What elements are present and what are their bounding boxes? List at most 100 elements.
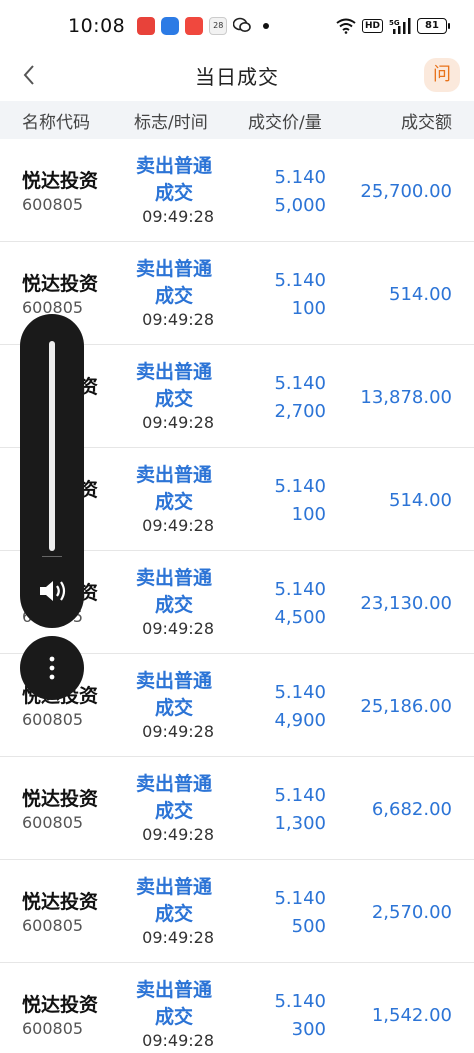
status-bar: 10:08 28 HD 5G 81 [0, 0, 474, 52]
trade-price: 5.140 [274, 991, 326, 1012]
battery-tip [448, 23, 450, 29]
trade-mark-status: 成交 [154, 1006, 193, 1028]
notification-icons: 28 [137, 17, 270, 35]
hd-badge: HD [361, 19, 383, 33]
stock-name: 悦达投资 [22, 788, 99, 810]
column-header-name: 名称代码 [22, 112, 90, 133]
trade-mark-status: 成交 [154, 182, 193, 204]
table-row[interactable]: 悦达投资 600805 卖出普通 成交 09:49:28 5.140 5,000… [0, 139, 474, 242]
more-options-button[interactable] [20, 636, 84, 700]
trade-time: 09:49:28 [142, 825, 214, 844]
trade-price: 5.140 [274, 682, 326, 703]
trade-volume: 4,500 [274, 607, 326, 628]
trade-mark: 卖出普通 [135, 155, 212, 177]
trade-mark: 卖出普通 [135, 876, 212, 898]
stock-code: 600805 [22, 916, 84, 935]
trade-mark: 卖出普通 [135, 258, 212, 280]
trade-mark-status: 成交 [154, 285, 193, 307]
trade-mark: 卖出普通 [135, 567, 212, 589]
page-title: 当日成交 [195, 64, 279, 89]
svg-text:5G: 5G [389, 19, 400, 27]
trade-amount: 23,130.00 [360, 593, 452, 614]
trade-price: 5.140 [274, 785, 326, 806]
trade-price: 5.140 [274, 373, 326, 394]
app-notification-icon [161, 17, 180, 35]
volume-panel [20, 314, 84, 628]
more-vertical-icon [49, 656, 55, 680]
trade-time: 09:49:28 [142, 207, 214, 226]
table-row[interactable]: 悦达投资 600805 卖出普通 成交 09:49:28 5.140 300 1… [0, 963, 474, 1053]
calendar-icon: 28 [209, 17, 228, 35]
trade-mark-status: 成交 [154, 388, 193, 410]
app-notification-icon [185, 17, 204, 35]
trade-mark: 卖出普通 [135, 979, 212, 1001]
trade-volume: 100 [291, 298, 326, 319]
trade-mark-status: 成交 [154, 903, 193, 925]
wifi-icon [336, 18, 356, 34]
table-header: 名称代码 标志/时间 成交价/量 成交额 [0, 101, 474, 139]
trade-volume: 2,700 [274, 401, 326, 422]
trade-volume: 5,000 [274, 195, 326, 216]
table-row[interactable]: 悦达投资 600805 卖出普通 成交 09:49:28 5.140 1,300… [0, 757, 474, 860]
trade-price: 5.140 [274, 888, 326, 909]
trade-time: 09:49:28 [142, 413, 214, 432]
app-notification-icon [137, 17, 156, 35]
trade-mark: 卖出普通 [135, 773, 212, 795]
trade-mark-status: 成交 [154, 800, 193, 822]
trade-volume: 300 [291, 1019, 326, 1040]
trade-amount: 13,878.00 [360, 387, 452, 408]
column-header-amount: 成交额 [401, 112, 452, 133]
trade-volume: 1,300 [274, 813, 326, 834]
trade-volume: 500 [291, 916, 326, 937]
trade-time: 09:49:28 [142, 310, 214, 329]
trade-mark-status: 成交 [154, 491, 193, 513]
trade-time: 09:49:28 [142, 1031, 214, 1050]
trade-mark-status: 成交 [154, 697, 193, 719]
battery-icon: 81 [417, 18, 450, 34]
volume-divider [42, 556, 62, 557]
column-header-price: 成交价/量 [248, 112, 322, 133]
more-notifications-dot [263, 23, 270, 29]
trade-amount: 2,570.00 [371, 902, 452, 923]
trade-time: 09:49:28 [142, 516, 214, 535]
trade-mark: 卖出普通 [135, 670, 212, 692]
speaker-icon[interactable] [37, 576, 69, 606]
stock-code: 600805 [22, 1019, 84, 1038]
trade-price: 5.140 [274, 579, 326, 600]
trade-price: 5.140 [274, 476, 326, 497]
trade-amount: 6,682.00 [371, 799, 452, 820]
stock-code: 600805 [22, 813, 84, 832]
trade-time: 09:49:28 [142, 722, 214, 741]
trade-mark: 卖出普通 [135, 361, 212, 383]
trade-price: 5.140 [274, 270, 326, 291]
nav-bar: 当日成交 问 [0, 52, 474, 98]
stock-code: 600805 [22, 195, 84, 214]
stock-code: 600805 [22, 710, 84, 729]
stock-name: 悦达投资 [22, 170, 99, 192]
signal-icon: 5G [389, 18, 411, 34]
trade-amount: 25,700.00 [360, 181, 452, 202]
back-chevron-icon[interactable] [16, 61, 44, 89]
status-time: 10:08 [68, 15, 126, 37]
wechat-icon [232, 17, 252, 35]
trade-mark-status: 成交 [154, 594, 193, 616]
ask-button[interactable]: 问 [424, 58, 460, 92]
trade-time: 09:49:28 [142, 928, 214, 947]
table-row[interactable]: 悦达投资 600805 卖出普通 成交 09:49:28 5.140 500 2… [0, 860, 474, 963]
column-header-mark: 标志/时间 [134, 112, 208, 133]
stock-name: 悦达投资 [22, 994, 99, 1016]
trade-amount: 514.00 [389, 490, 452, 511]
stock-name: 悦达投资 [22, 273, 99, 295]
trade-amount: 25,186.00 [360, 696, 452, 717]
trade-price: 5.140 [274, 167, 326, 188]
volume-slider[interactable] [49, 341, 55, 551]
trade-volume: 4,900 [274, 710, 326, 731]
battery-level: 81 [417, 18, 447, 34]
trade-time: 09:49:28 [142, 619, 214, 638]
trade-amount: 514.00 [389, 284, 452, 305]
trade-amount: 1,542.00 [371, 1005, 452, 1026]
trade-volume: 100 [291, 504, 326, 525]
stock-name: 悦达投资 [22, 891, 99, 913]
system-indicators: HD 5G 81 [336, 18, 450, 34]
trade-mark: 卖出普通 [135, 464, 212, 486]
